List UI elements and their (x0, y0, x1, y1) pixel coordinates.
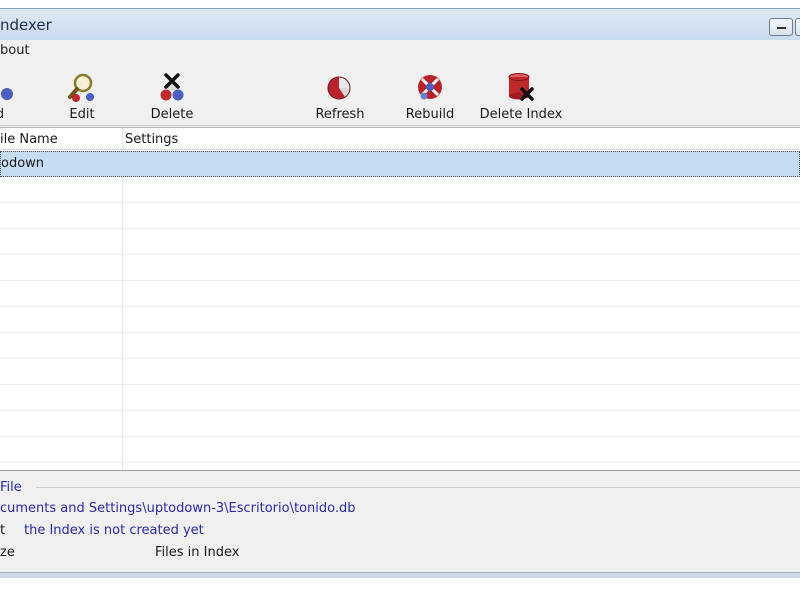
rebuild-label: Rebuild (405, 107, 455, 122)
empty-row (0, 281, 800, 307)
add-button[interactable]: d (0, 66, 14, 124)
empty-row (0, 411, 800, 437)
app-window: ndexer bout d Edit (0, 0, 800, 600)
delete-label: Delete (150, 107, 194, 122)
empty-row (0, 437, 800, 463)
empty-row (0, 229, 800, 255)
toolbar: d Edit Delete (0, 62, 800, 126)
maximize-button[interactable] (795, 18, 800, 36)
rebuild-button[interactable]: Rebuild (402, 66, 458, 124)
refresh-label: Refresh (315, 107, 365, 122)
empty-row (0, 203, 800, 229)
empty-row (0, 385, 800, 411)
column-header-settings[interactable]: Settings (125, 132, 178, 147)
group-divider (36, 487, 800, 488)
size-label: ze (0, 545, 15, 560)
magnifier-icon (68, 73, 94, 102)
empty-row (0, 177, 800, 203)
list-header: ile Name Settings (0, 128, 800, 150)
edit-button[interactable]: Edit (60, 66, 104, 124)
refresh-button[interactable]: Refresh (310, 66, 370, 124)
files-in-index-label: Files in Index (155, 545, 240, 560)
row-file-name: odown (1, 156, 45, 171)
index-info-panel: File cuments and Settings\uptodown-3\Esc… (0, 472, 800, 572)
menu-about[interactable]: bout (0, 43, 30, 58)
index-list[interactable]: ile Name Settings odown (0, 127, 800, 471)
delete-x-icon (160, 73, 184, 101)
add-icon (1, 88, 13, 100)
minimize-icon (777, 27, 786, 29)
empty-row (0, 359, 800, 385)
column-header-file-name[interactable]: ile Name (0, 132, 58, 147)
window-frame-top (0, 0, 800, 8)
title-bar[interactable]: ndexer (0, 8, 800, 40)
empty-row (0, 255, 800, 281)
rebuild-icon (418, 75, 442, 100)
add-label: d (0, 107, 14, 122)
empty-row (0, 333, 800, 359)
window-title: ndexer (0, 16, 52, 34)
delete-button[interactable]: Delete (146, 66, 198, 124)
delete-index-button[interactable]: Delete Index (478, 66, 564, 124)
index-file-path: cuments and Settings\uptodown-3\Escritor… (0, 501, 356, 516)
refresh-pie-icon (327, 76, 351, 100)
minimize-button[interactable] (769, 18, 793, 36)
delete-index-label: Delete Index (479, 107, 563, 122)
menu-bar: bout (0, 40, 800, 62)
database-delete-icon (508, 73, 534, 101)
table-row[interactable]: odown (0, 151, 800, 177)
empty-row (0, 307, 800, 333)
info-group-label: File (0, 480, 22, 495)
status-value: the Index is not created yet (24, 523, 204, 538)
status-label: t (0, 523, 6, 538)
desktop-background (0, 578, 800, 600)
edit-label: Edit (69, 107, 95, 122)
